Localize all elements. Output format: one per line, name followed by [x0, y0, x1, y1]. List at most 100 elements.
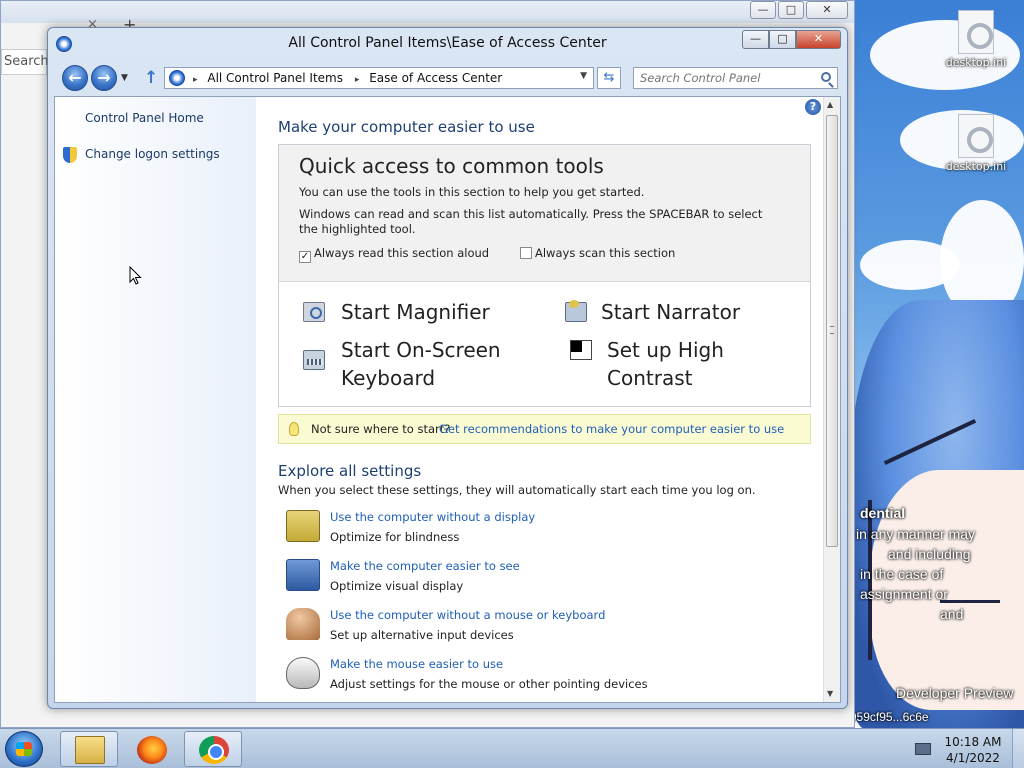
tool-label: Start On-Screen: [341, 338, 501, 362]
checkbox-label: Always read this section aloud: [314, 246, 490, 260]
wallpaper-text: assignment or: [860, 586, 948, 602]
up-button[interactable]: ↑: [144, 68, 158, 88]
search-icon[interactable]: [821, 72, 831, 82]
refresh-button[interactable]: ⇆: [597, 67, 621, 89]
breadcrumb-separator: ▸: [193, 75, 198, 85]
wallpaper-text: Developer Preview: [896, 685, 1014, 701]
help-icon[interactable]: ?: [805, 99, 821, 115]
keyboard-icon: [303, 350, 325, 370]
folder-icon: [75, 736, 105, 764]
client-area: Control Panel Home Change logon settings…: [54, 96, 841, 703]
background-window-controls: — □ ✕: [750, 1, 848, 19]
start-magnifier-link[interactable]: Start Magnifier: [341, 298, 490, 326]
taskbar: 10:18 AM 4/1/2022: [0, 728, 1024, 768]
mouse-easier-link[interactable]: Make the mouse easier to use: [330, 657, 503, 671]
maximize-button[interactable]: □: [778, 1, 804, 19]
quick-access-panel: Quick access to common tools You can use…: [278, 144, 811, 407]
navigation-bar: ← → ▼ ↑ ▸ All Control Panel Items ▸ Ease…: [48, 62, 847, 94]
maximize-button[interactable]: □: [769, 30, 796, 49]
taskbar-chrome-button[interactable]: [184, 731, 242, 767]
read-aloud-checkbox[interactable]: ✓ Always read this section aloud: [299, 246, 489, 263]
scroll-up-arrow[interactable]: ▲: [827, 100, 833, 109]
wallpaper-text: and including: [888, 546, 971, 562]
close-button[interactable]: ✕: [806, 1, 848, 19]
display-icon: [286, 510, 320, 542]
recommendations-link[interactable]: Get recommendations to make your compute…: [439, 415, 784, 443]
wallpaper-text: in any manner may: [856, 526, 976, 542]
without-mouse-keyboard-link[interactable]: Use the computer without a mouse or keyb…: [330, 608, 605, 622]
breadcrumb-item[interactable]: All Control Panel Items: [207, 71, 343, 85]
start-narrator-link[interactable]: Start Narrator: [601, 298, 740, 326]
taskbar-firefox-button[interactable]: [122, 731, 180, 767]
taskbar-explorer-button[interactable]: [60, 731, 118, 767]
start-button[interactable]: [5, 731, 43, 767]
main-content: ? Make your computer easier to use Quick…: [256, 97, 824, 702]
desktop-icon-label: desktop.ini: [945, 56, 1007, 69]
scan-section-checkbox[interactable]: Always scan this section: [520, 246, 675, 260]
chrome-icon: [199, 736, 229, 764]
ease-of-access-window[interactable]: All Control Panel Items\Ease of Access C…: [47, 27, 848, 709]
desktop-file-icon[interactable]: desktop.ini: [936, 114, 1016, 173]
back-button[interactable]: ←: [62, 65, 88, 91]
show-desktop-button[interactable]: [1012, 729, 1024, 768]
tip-text: Not sure where to start?: [311, 422, 451, 436]
left-pane: Control Panel Home Change logon settings: [55, 97, 256, 702]
scroll-down-arrow[interactable]: ▼: [827, 689, 833, 698]
vertical-scrollbar[interactable]: ▲ ▼: [823, 97, 840, 702]
scroll-grip: [830, 326, 834, 334]
mouse-icon: [286, 657, 320, 689]
breadcrumb-separator: ▸: [354, 75, 360, 85]
setting-description: Optimize for blindness: [330, 530, 460, 544]
network-icon[interactable]: [915, 743, 931, 755]
system-clock[interactable]: 10:18 AM 4/1/2022: [942, 734, 1004, 766]
start-on-screen-keyboard-link[interactable]: Start On-Screen Keyboard: [341, 336, 501, 392]
wallpaper-line: [940, 600, 1000, 603]
minimize-button[interactable]: —: [750, 1, 776, 19]
quick-access-instructions: Windows can read and scan this list auto…: [299, 207, 763, 236]
address-bar[interactable]: ▸ All Control Panel Items ▸ Ease of Acce…: [164, 67, 594, 89]
address-dropdown-button[interactable]: ▼: [580, 71, 587, 81]
setting-description: Optimize visual display: [330, 579, 464, 593]
explore-heading: Explore all settings: [278, 462, 422, 480]
control-panel-home-link[interactable]: Control Panel Home: [85, 111, 204, 125]
without-display-link[interactable]: Use the computer without a display: [330, 510, 535, 524]
clock-date: 4/1/2022: [946, 751, 1000, 765]
recent-pages-button[interactable]: ▼: [121, 73, 128, 83]
breadcrumb-item[interactable]: Ease of Access Center: [369, 71, 502, 85]
background-search-box[interactable]: Search: [1, 49, 49, 75]
desktop-file-icon[interactable]: desktop.ini: [936, 10, 1016, 69]
explore-description: When you select these settings, they wil…: [278, 483, 756, 497]
wallpaper-text: and: [940, 606, 964, 622]
file-icon: [958, 10, 994, 54]
wallpaper-text: in the case of: [860, 566, 944, 582]
list-item: Use the computer without a mouse or keyb…: [286, 606, 806, 650]
breadcrumb: ▸ All Control Panel Items ▸ Ease of Acce…: [191, 71, 502, 85]
quick-access-title: Quick access to common tools: [299, 154, 604, 178]
lightbulb-icon: [289, 422, 299, 436]
window-title: All Control Panel Items\Ease of Access C…: [288, 35, 607, 51]
search-box[interactable]: [633, 67, 838, 89]
checkbox-unchecked[interactable]: [520, 247, 532, 259]
close-button[interactable]: ✕: [796, 30, 841, 49]
monitor-icon: [286, 559, 320, 591]
minimize-button[interactable]: —: [742, 30, 769, 49]
recommendations-tip: Not sure where to start? Get recommendat…: [278, 414, 811, 444]
setting-description: Set up alternative input devices: [330, 628, 514, 642]
search-input[interactable]: [640, 69, 810, 87]
quick-access-description: You can use the tools in this section to…: [299, 185, 645, 199]
wallpaper-text: dential: [860, 505, 906, 521]
checkbox-checked[interactable]: ✓: [299, 251, 311, 263]
change-logon-settings-link[interactable]: Change logon settings: [85, 147, 220, 161]
set-up-high-contrast-link[interactable]: Set up High Contrast: [607, 336, 810, 392]
forward-button[interactable]: →: [91, 65, 117, 91]
firefox-icon: [137, 736, 167, 764]
easier-to-see-link[interactable]: Make the computer easier to see: [330, 559, 520, 573]
window-controls: — □ ✕: [742, 30, 841, 49]
quick-access-header: Quick access to common tools You can use…: [279, 145, 810, 282]
narrator-icon: [565, 300, 587, 322]
magnifier-icon: [303, 302, 325, 322]
scroll-thumb[interactable]: [826, 115, 838, 547]
checkbox-label: Always scan this section: [535, 246, 676, 260]
clock-time: 10:18 AM: [944, 735, 1002, 749]
file-icon: [958, 114, 994, 158]
